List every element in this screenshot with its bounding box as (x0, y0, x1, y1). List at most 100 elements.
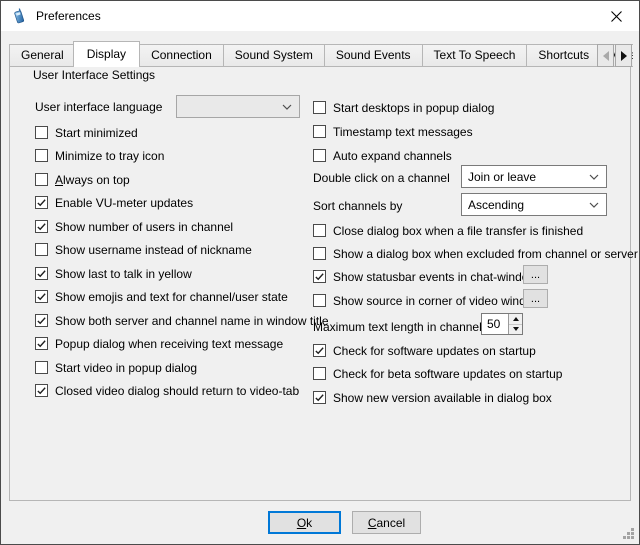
checkbox[interactable] (35, 220, 48, 233)
select-label: Double click on a channel (313, 171, 450, 185)
sort-channels-select[interactable]: Ascending (461, 193, 607, 216)
video-source-ellipsis-button[interactable]: ... (523, 289, 548, 308)
checkbox[interactable] (313, 224, 326, 237)
checkbox[interactable] (313, 344, 326, 357)
select-value: Ascending (462, 198, 589, 212)
language-select[interactable] (176, 95, 300, 118)
spinner-buttons (508, 314, 522, 334)
resize-grip[interactable] (622, 527, 635, 540)
statusbar-events-ellipsis-button[interactable]: ... (523, 265, 548, 284)
spin-down-button[interactable] (509, 325, 522, 335)
checkbox-row: Start minimized (35, 124, 138, 141)
double-click-select[interactable]: Join or leave (461, 165, 607, 188)
checkbox-row: Always on top (35, 171, 130, 188)
chevron-down-icon (589, 174, 599, 180)
checkbox[interactable] (35, 267, 48, 280)
checkbox-row: Minimize to tray icon (35, 147, 164, 164)
spin-up-button[interactable] (509, 314, 522, 325)
checkbox-label: Show emojis and text for channel/user st… (55, 290, 288, 304)
select-label-row: Sort channels by (313, 197, 402, 214)
checkbox[interactable] (313, 101, 326, 114)
checkbox[interactable] (313, 125, 326, 138)
tab-scrollers (596, 44, 632, 67)
ok-button[interactable]: Ok (268, 511, 341, 534)
ok-button-label: Ok (297, 516, 312, 530)
checkbox[interactable] (313, 391, 326, 404)
titlebar[interactable]: Preferences (1, 1, 639, 31)
checkbox[interactable] (313, 149, 326, 162)
checkbox-row: Show source in corner of video window (313, 292, 541, 309)
checkbox-row: Enable VU-meter updates (35, 194, 193, 211)
max-text-length-spinner[interactable]: 50 (481, 313, 523, 335)
close-icon (611, 11, 622, 22)
checkbox-row: Check for software updates on startup (313, 342, 536, 359)
checkbox-label: Show both server and channel name in win… (55, 314, 329, 328)
cancel-button-label: Cancel (368, 516, 405, 530)
tab-display[interactable]: Display (73, 41, 140, 67)
checkbox-row: Start video in popup dialog (35, 359, 197, 376)
checkbox-label: Start desktops in popup dialog (333, 101, 494, 115)
tab-bar: General Display Connection Sound System … (9, 41, 633, 67)
tab-shortcuts[interactable]: Shortcuts (526, 44, 601, 67)
checkbox-row: Start desktops in popup dialog (313, 99, 494, 116)
cancel-button[interactable]: Cancel (352, 511, 421, 534)
checkbox-label: Show username instead of nickname (55, 243, 252, 257)
window-title: Preferences (36, 9, 101, 23)
checkbox[interactable] (35, 361, 48, 374)
checkbox[interactable] (313, 270, 326, 283)
select-value: Join or leave (462, 170, 589, 184)
checkbox[interactable] (35, 337, 48, 350)
groupbox-title: User Interface Settings (29, 68, 159, 82)
checkbox-label: Show statusbar events in chat-window (333, 270, 537, 284)
checkbox[interactable] (35, 314, 48, 327)
checkbox-row: Auto expand channels (313, 147, 452, 164)
tab-sound-system[interactable]: Sound System (223, 44, 325, 67)
checkbox-label: Timestamp text messages (333, 125, 473, 139)
checkbox[interactable] (35, 126, 48, 139)
checkbox-row: Show new version available in dialog box (313, 389, 552, 406)
checkbox-label: Enable VU-meter updates (55, 196, 193, 210)
checkbox-row: Timestamp text messages (313, 123, 473, 140)
checkbox-label: Check for software updates on startup (333, 344, 536, 358)
checkbox-label: Auto expand channels (333, 149, 452, 163)
tab-general[interactable]: General (9, 44, 76, 67)
close-button[interactable] (594, 1, 639, 31)
checkbox[interactable] (35, 243, 48, 256)
checkbox-label: Popup dialog when receiving text message (55, 337, 283, 351)
checkbox-row: Show username instead of nickname (35, 241, 252, 258)
checkbox-label: Check for beta software updates on start… (333, 367, 562, 381)
tab-connection[interactable]: Connection (139, 44, 224, 67)
tab-scroll-left-button[interactable] (597, 44, 614, 67)
checkbox[interactable] (313, 367, 326, 380)
spin-label-row: Maximum text length in channel list (313, 318, 500, 335)
checkbox-label: Start video in popup dialog (55, 361, 197, 375)
checkbox-label: Show a dialog box when excluded from cha… (333, 247, 638, 261)
spinner-value: 50 (482, 314, 508, 334)
checkbox[interactable] (35, 149, 48, 162)
checkbox[interactable] (313, 247, 326, 260)
checkbox[interactable] (35, 196, 48, 209)
select-label: Sort channels by (313, 199, 402, 213)
checkbox[interactable] (313, 294, 326, 307)
checkbox[interactable] (35, 384, 48, 397)
select-label-row: Double click on a channel (313, 169, 450, 186)
language-row: User interface language (35, 98, 162, 115)
checkbox-row: Show statusbar events in chat-window (313, 268, 537, 285)
checkbox-label: Always on top (55, 173, 130, 187)
checkbox[interactable] (35, 173, 48, 186)
chevron-down-icon (589, 202, 599, 208)
checkbox-label: Start minimized (55, 126, 138, 140)
checkbox-row: Show a dialog box when excluded from cha… (313, 245, 638, 262)
tab-sound-events[interactable]: Sound Events (324, 44, 423, 67)
chevron-down-icon (282, 104, 292, 110)
checkbox[interactable] (35, 290, 48, 303)
checkbox-label: Close dialog box when a file transfer is… (333, 224, 583, 238)
checkbox-label: Show number of users in channel (55, 220, 233, 234)
tab-scroll-right-button[interactable] (615, 44, 632, 67)
checkbox-label: Show last to talk in yellow (55, 267, 192, 281)
checkbox-row: Show number of users in channel (35, 218, 233, 235)
checkbox-row: Closed video dialog should return to vid… (35, 382, 299, 399)
app-icon (11, 8, 27, 24)
tab-text-to-speech[interactable]: Text To Speech (422, 44, 528, 67)
checkbox-row: Show emojis and text for channel/user st… (35, 288, 288, 305)
